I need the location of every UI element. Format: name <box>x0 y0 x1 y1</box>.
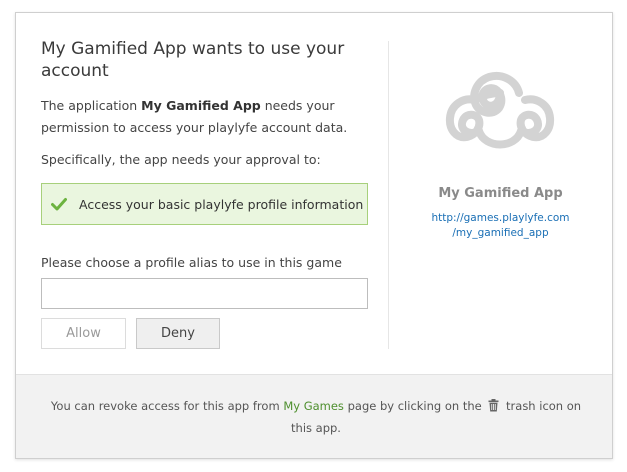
footer: You can revoke access for this app from … <box>16 374 612 458</box>
allow-button[interactable]: Allow <box>41 318 126 349</box>
permission-item: Access your basic playlyfe profile infor… <box>41 183 368 225</box>
app-info-panel: My Gamified App http://games.playlyfe.co… <box>389 13 612 374</box>
app-url-link[interactable]: http://games.playlyfe.com /my_gamified_a… <box>389 211 612 241</box>
footer-text-before: You can revoke access for this app from <box>50 399 284 413</box>
triskelion-logo-icon <box>445 72 555 149</box>
request-description: The application My Gamified App needs yo… <box>41 95 361 139</box>
deny-button[interactable]: Deny <box>136 318 220 349</box>
trash-icon <box>488 399 499 412</box>
app-url-line2: /my_gamified_app <box>452 227 549 239</box>
approval-intro: Specifically, the app needs your approva… <box>41 152 321 167</box>
permission-label: Access your basic playlyfe profile infor… <box>79 196 364 212</box>
dialog-title: My Gamified App wants to use your accoun… <box>41 39 345 81</box>
footer-text-middle: page by clicking on the <box>343 399 486 413</box>
app-url-line1: http://games.playlyfe.com <box>431 212 570 224</box>
check-icon <box>51 198 67 211</box>
alias-input[interactable] <box>41 278 368 309</box>
authorization-dialog: My Gamified App wants to use your accoun… <box>15 12 613 459</box>
app-name-inline: My Gamified App <box>141 98 261 113</box>
my-games-link[interactable]: My Games <box>283 399 344 413</box>
dialog-main: My Gamified App wants to use your accoun… <box>16 13 612 374</box>
alias-label: Please choose a profile alias to use in … <box>41 255 342 270</box>
revoke-notice: You can revoke access for this app from … <box>46 395 586 439</box>
app-name: My Gamified App <box>438 186 563 201</box>
desc-prefix: The application <box>41 98 142 113</box>
